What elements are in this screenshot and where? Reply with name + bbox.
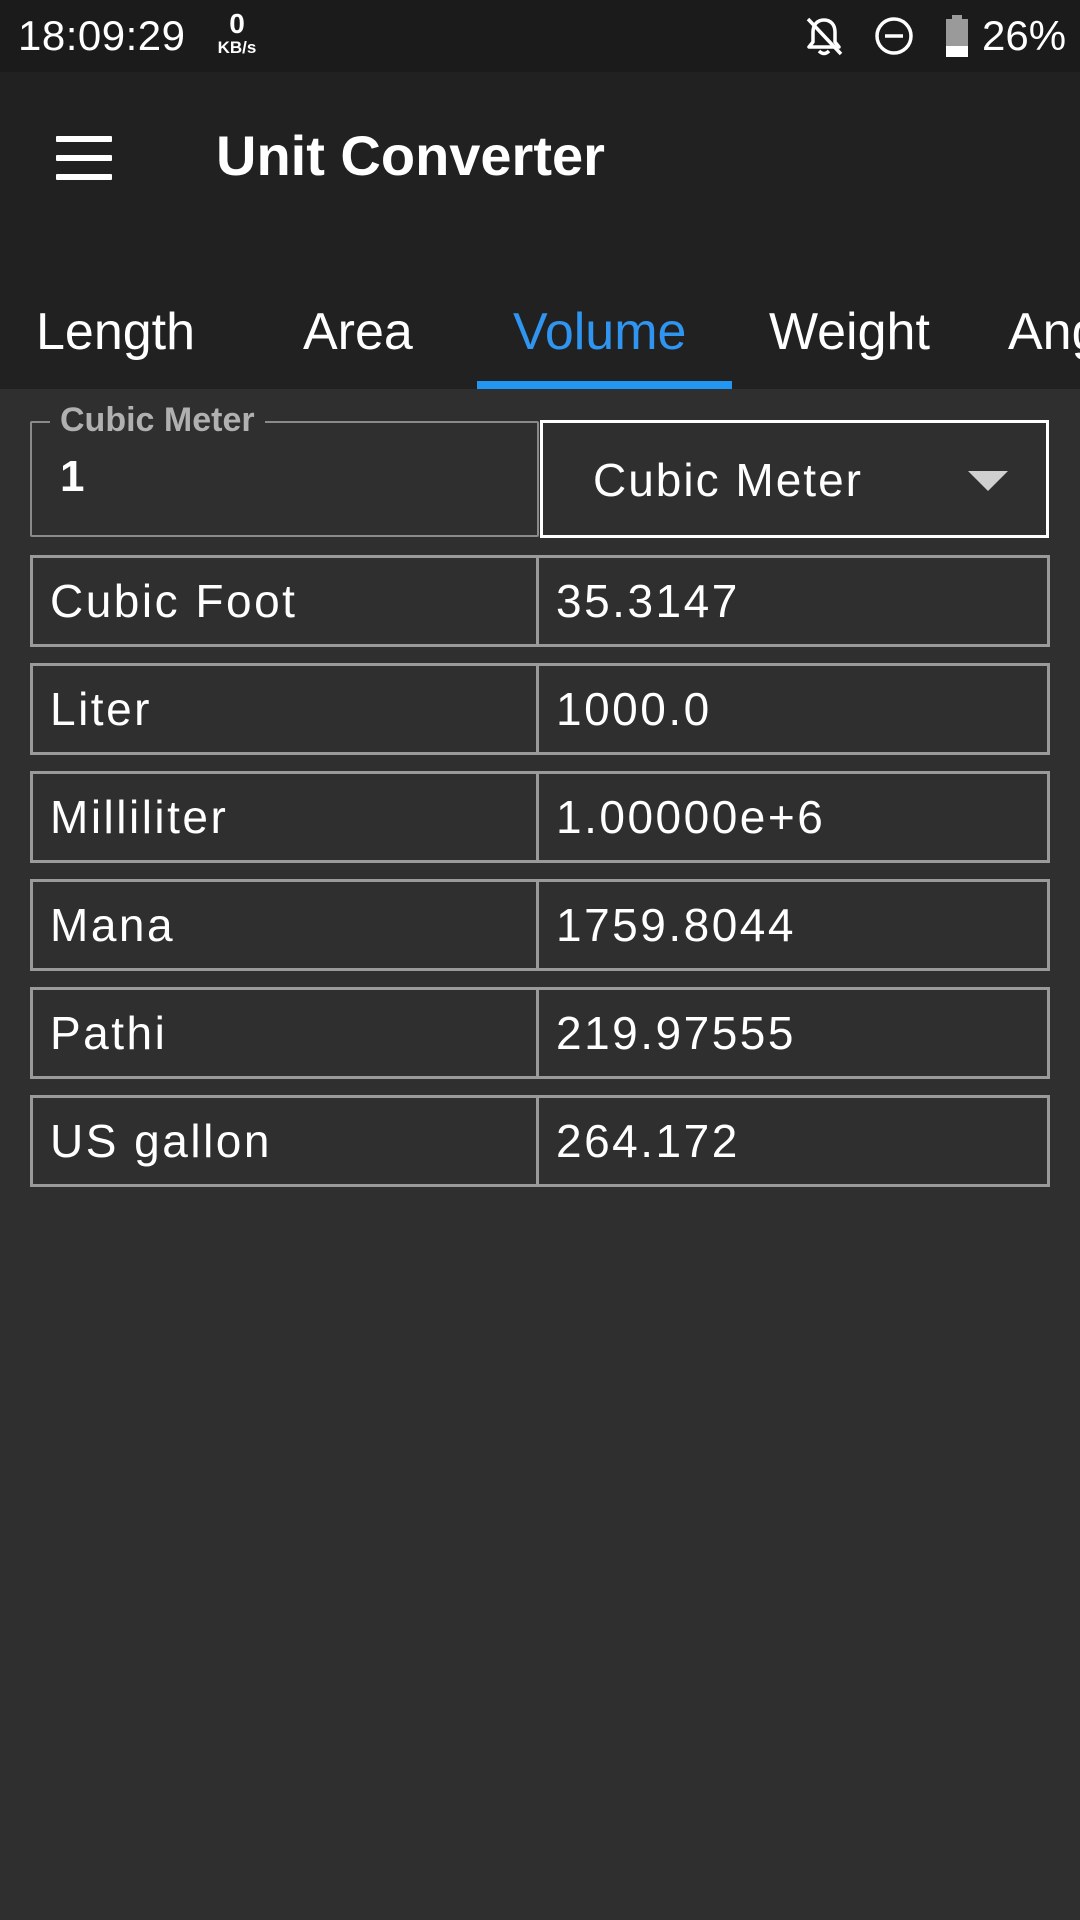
active-tab-indicator bbox=[477, 381, 732, 389]
unit-name-cell: Milliliter bbox=[30, 771, 539, 863]
network-speed-value: 0 bbox=[229, 8, 245, 39]
unit-name-cell: Cubic Foot bbox=[30, 555, 539, 647]
category-tabs: Length Area Volume Weight Ang bbox=[0, 272, 1080, 389]
tab-area[interactable]: Area bbox=[303, 272, 413, 389]
table-row: Cubic Foot 35.3147 bbox=[30, 555, 1050, 647]
dropdown-arrow-icon bbox=[968, 471, 1008, 491]
status-time: 18:09:29 bbox=[18, 12, 186, 59]
app-bar: Unit Converter Length Area Volume Weight… bbox=[0, 72, 1080, 389]
unit-name-cell: Liter bbox=[30, 663, 539, 755]
table-row: Milliliter 1.00000e+6 bbox=[30, 771, 1050, 863]
value-input-field[interactable]: Cubic Meter 1 bbox=[30, 401, 539, 537]
network-speed: 0 KB/s bbox=[212, 10, 262, 58]
battery-icon bbox=[946, 15, 968, 57]
unit-value-cell: 1759.8044 bbox=[536, 879, 1050, 971]
tab-volume[interactable]: Volume bbox=[513, 272, 686, 389]
unit-name-cell: US gallon bbox=[30, 1095, 539, 1187]
page-title: Unit Converter bbox=[216, 124, 605, 187]
unit-dropdown[interactable]: Cubic Meter bbox=[540, 420, 1049, 538]
table-row: Pathi 219.97555 bbox=[30, 987, 1050, 1079]
battery-percentage: 26% bbox=[982, 12, 1067, 59]
network-speed-unit: KB/s bbox=[217, 38, 257, 57]
hamburger-menu-icon[interactable] bbox=[56, 136, 112, 180]
unit-value-cell: 1.00000e+6 bbox=[536, 771, 1050, 863]
table-row: US gallon 264.172 bbox=[30, 1095, 1050, 1187]
unit-value-cell: 219.97555 bbox=[536, 987, 1050, 1079]
tab-angle[interactable]: Ang bbox=[1008, 272, 1080, 389]
do-not-disturb-icon bbox=[875, 17, 913, 55]
unit-value-cell: 264.172 bbox=[536, 1095, 1050, 1187]
table-row: Mana 1759.8044 bbox=[30, 879, 1050, 971]
unit-name-cell: Mana bbox=[30, 879, 539, 971]
unit-dropdown-selected: Cubic Meter bbox=[593, 454, 863, 506]
unit-name-cell: Pathi bbox=[30, 987, 539, 1079]
tab-length[interactable]: Length bbox=[36, 272, 195, 389]
unit-value-cell: 35.3147 bbox=[536, 555, 1050, 647]
unit-value-cell: 1000.0 bbox=[536, 663, 1050, 755]
bell-off-icon bbox=[806, 17, 843, 56]
tab-weight[interactable]: Weight bbox=[769, 272, 930, 389]
input-label: Cubic Meter bbox=[50, 401, 265, 439]
input-value[interactable]: 1 bbox=[60, 451, 84, 503]
table-row: Liter 1000.0 bbox=[30, 663, 1050, 755]
status-bar: 18:09:29 0 KB/s 26% bbox=[0, 0, 1080, 72]
